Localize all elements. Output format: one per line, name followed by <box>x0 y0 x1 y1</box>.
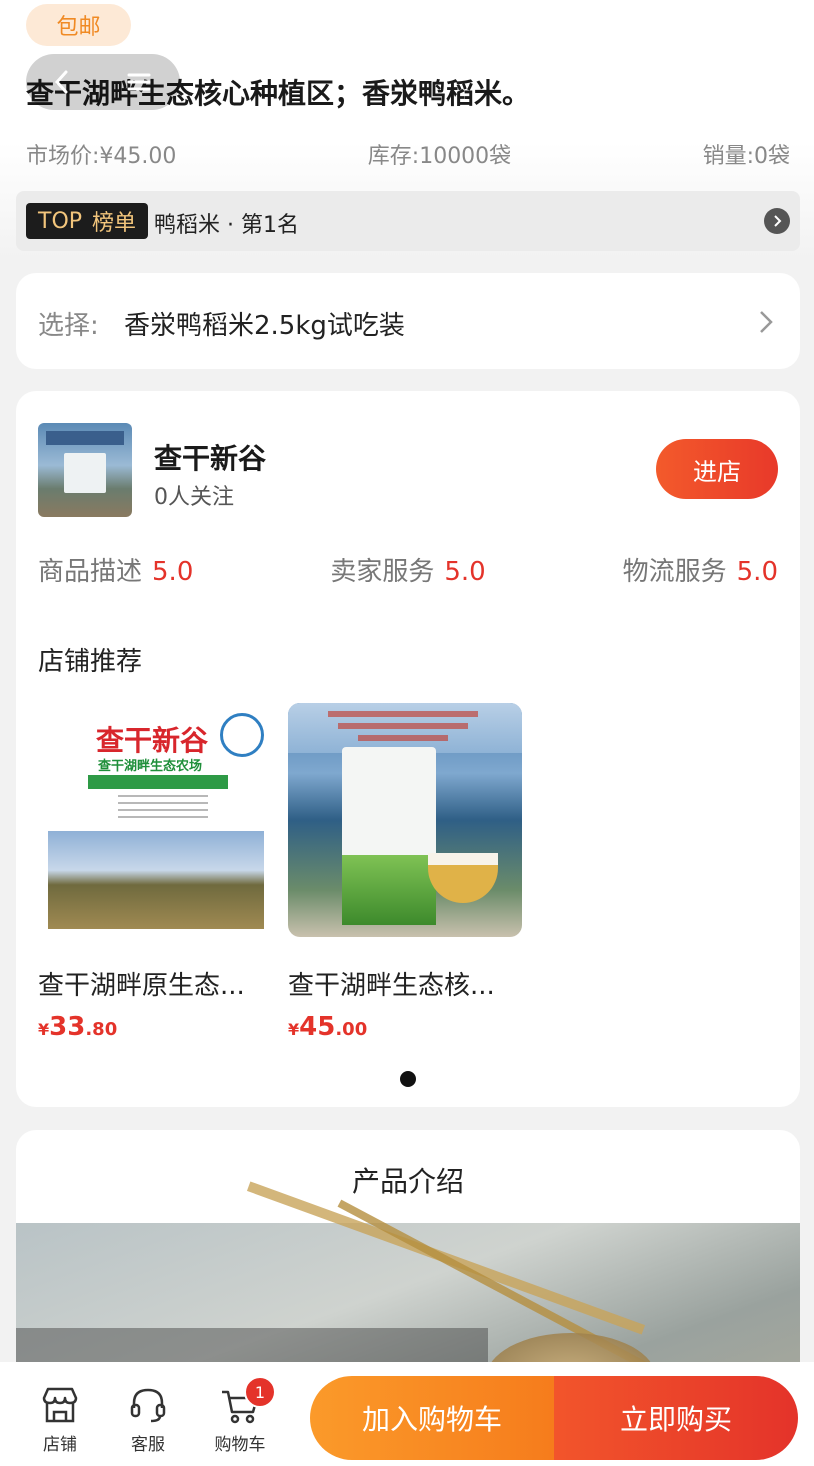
nav-store[interactable]: 店铺 <box>28 1384 92 1455</box>
stock-count: 库存:10000袋 <box>367 144 512 169</box>
top-label: TOP <box>38 208 83 234</box>
brand-logo-subtext: 查干湖畔生态农场 <box>98 759 203 774</box>
buy-now-button[interactable]: 立即购买 <box>554 1376 798 1460</box>
product-header: 包邮 查干湖畔生态核心种植区；香泶鸭稻米。 市场价:¥45.00 库存:1000… <box>0 0 814 260</box>
cart-count-badge: 1 <box>244 1376 276 1408</box>
add-to-cart-button[interactable]: 加入购物车 <box>310 1376 554 1460</box>
recommend-item-name: 查干湖畔原生态... <box>38 971 245 1001</box>
sales-count: 销量:0袋 <box>702 144 790 169</box>
brand-logo-text: 查干新谷 <box>96 724 209 757</box>
carousel-indicator[interactable] <box>400 1071 416 1087</box>
nav-store-label: 店铺 <box>43 1435 77 1455</box>
rating-description: 商品描述 5.0 <box>38 551 193 588</box>
price-decimal: .80 <box>85 1019 118 1040</box>
rating-label: 卖家服务 <box>330 557 435 587</box>
chevron-right-icon[interactable] <box>764 208 790 234</box>
price-integer: 33 <box>49 1012 86 1042</box>
shop-avatar[interactable] <box>38 423 132 517</box>
rating-value: 5.0 <box>444 557 486 587</box>
bottom-action-bar: 店铺 客服 购物车 1 加入购物车 立即购买 <box>0 1362 814 1466</box>
top-rank-tag: TOP 榜单 <box>26 203 149 239</box>
rating-value: 5.0 <box>736 557 778 587</box>
free-shipping-badge: 包邮 <box>26 4 131 46</box>
recommend-item-price: ¥ 33 .80 <box>38 1012 272 1042</box>
recommend-item-image[interactable] <box>288 703 522 937</box>
headset-icon <box>130 1388 166 1423</box>
rating-label: 商品描述 <box>38 557 143 587</box>
intro-title: 产品介绍 <box>351 1165 464 1198</box>
rating-logistics: 物流服务 5.0 <box>623 551 778 588</box>
recommend-item[interactable]: 查干新谷 查干湖畔生态农场 查干湖畔原生态... ¥ 33 .80 <box>38 703 272 1042</box>
certification-stamp-icon <box>220 713 264 757</box>
rating-label: 物流服务 <box>622 557 727 587</box>
price-currency: ¥ <box>288 1020 300 1039</box>
top-rank-bar[interactable]: TOP 榜单 鸭稻米 · 第1名 <box>16 191 800 251</box>
recommend-item-image[interactable]: 查干新谷 查干湖畔生态农场 <box>38 703 272 937</box>
nav-customer-service[interactable]: 客服 <box>116 1384 180 1455</box>
price-integer: 45 <box>299 1012 336 1042</box>
nav-capsule[interactable] <box>26 54 180 110</box>
market-price: 市场价:¥45.00 <box>26 144 177 169</box>
recommend-item-price: ¥ 45 .00 <box>288 1012 522 1042</box>
price-decimal: .00 <box>335 1019 368 1040</box>
price-currency: ¥ <box>38 1020 50 1039</box>
rating-value: 5.0 <box>152 557 194 587</box>
rating-service: 卖家服务 5.0 <box>330 551 485 588</box>
selected-spec: 香泶鸭稻米2.5kg试吃装 <box>124 311 405 341</box>
store-icon <box>42 1387 78 1423</box>
shop-followers: 0人关注 <box>154 485 234 510</box>
shop-name[interactable]: 查干新谷 <box>154 437 266 477</box>
product-meta: 市场价:¥45.00 库存:10000袋 销量:0袋 <box>26 138 790 170</box>
shop-ratings: 商品描述 5.0 卖家服务 5.0 物流服务 5.0 <box>38 551 778 588</box>
spec-selector[interactable]: 选择: 香泶鸭稻米2.5kg试吃装 <box>16 273 800 369</box>
recommend-item-name: 查干湖畔生态核... <box>288 971 495 1001</box>
rank-text: 鸭稻米 · 第1名 <box>154 213 299 238</box>
shop-card: 查干新谷 0人关注 进店 商品描述 5.0 卖家服务 5.0 物流服务 5.0 店铺推… <box>16 391 800 1107</box>
nav-service-label: 客服 <box>131 1435 165 1455</box>
recommend-item[interactable]: 查干湖畔生态核... ¥ 45 .00 <box>288 703 522 1042</box>
rank-label: 榜单 <box>92 211 137 236</box>
nav-cart-label: 购物车 <box>214 1435 266 1455</box>
menu-icon[interactable] <box>126 72 152 92</box>
enter-shop-button[interactable]: 进店 <box>656 439 778 499</box>
nav-cart[interactable]: 购物车 1 <box>208 1376 276 1455</box>
select-label: 选择: <box>38 311 99 341</box>
back-icon[interactable] <box>54 70 68 94</box>
shop-recommend-title: 店铺推荐 <box>38 647 143 677</box>
chevron-right-icon <box>760 311 773 333</box>
